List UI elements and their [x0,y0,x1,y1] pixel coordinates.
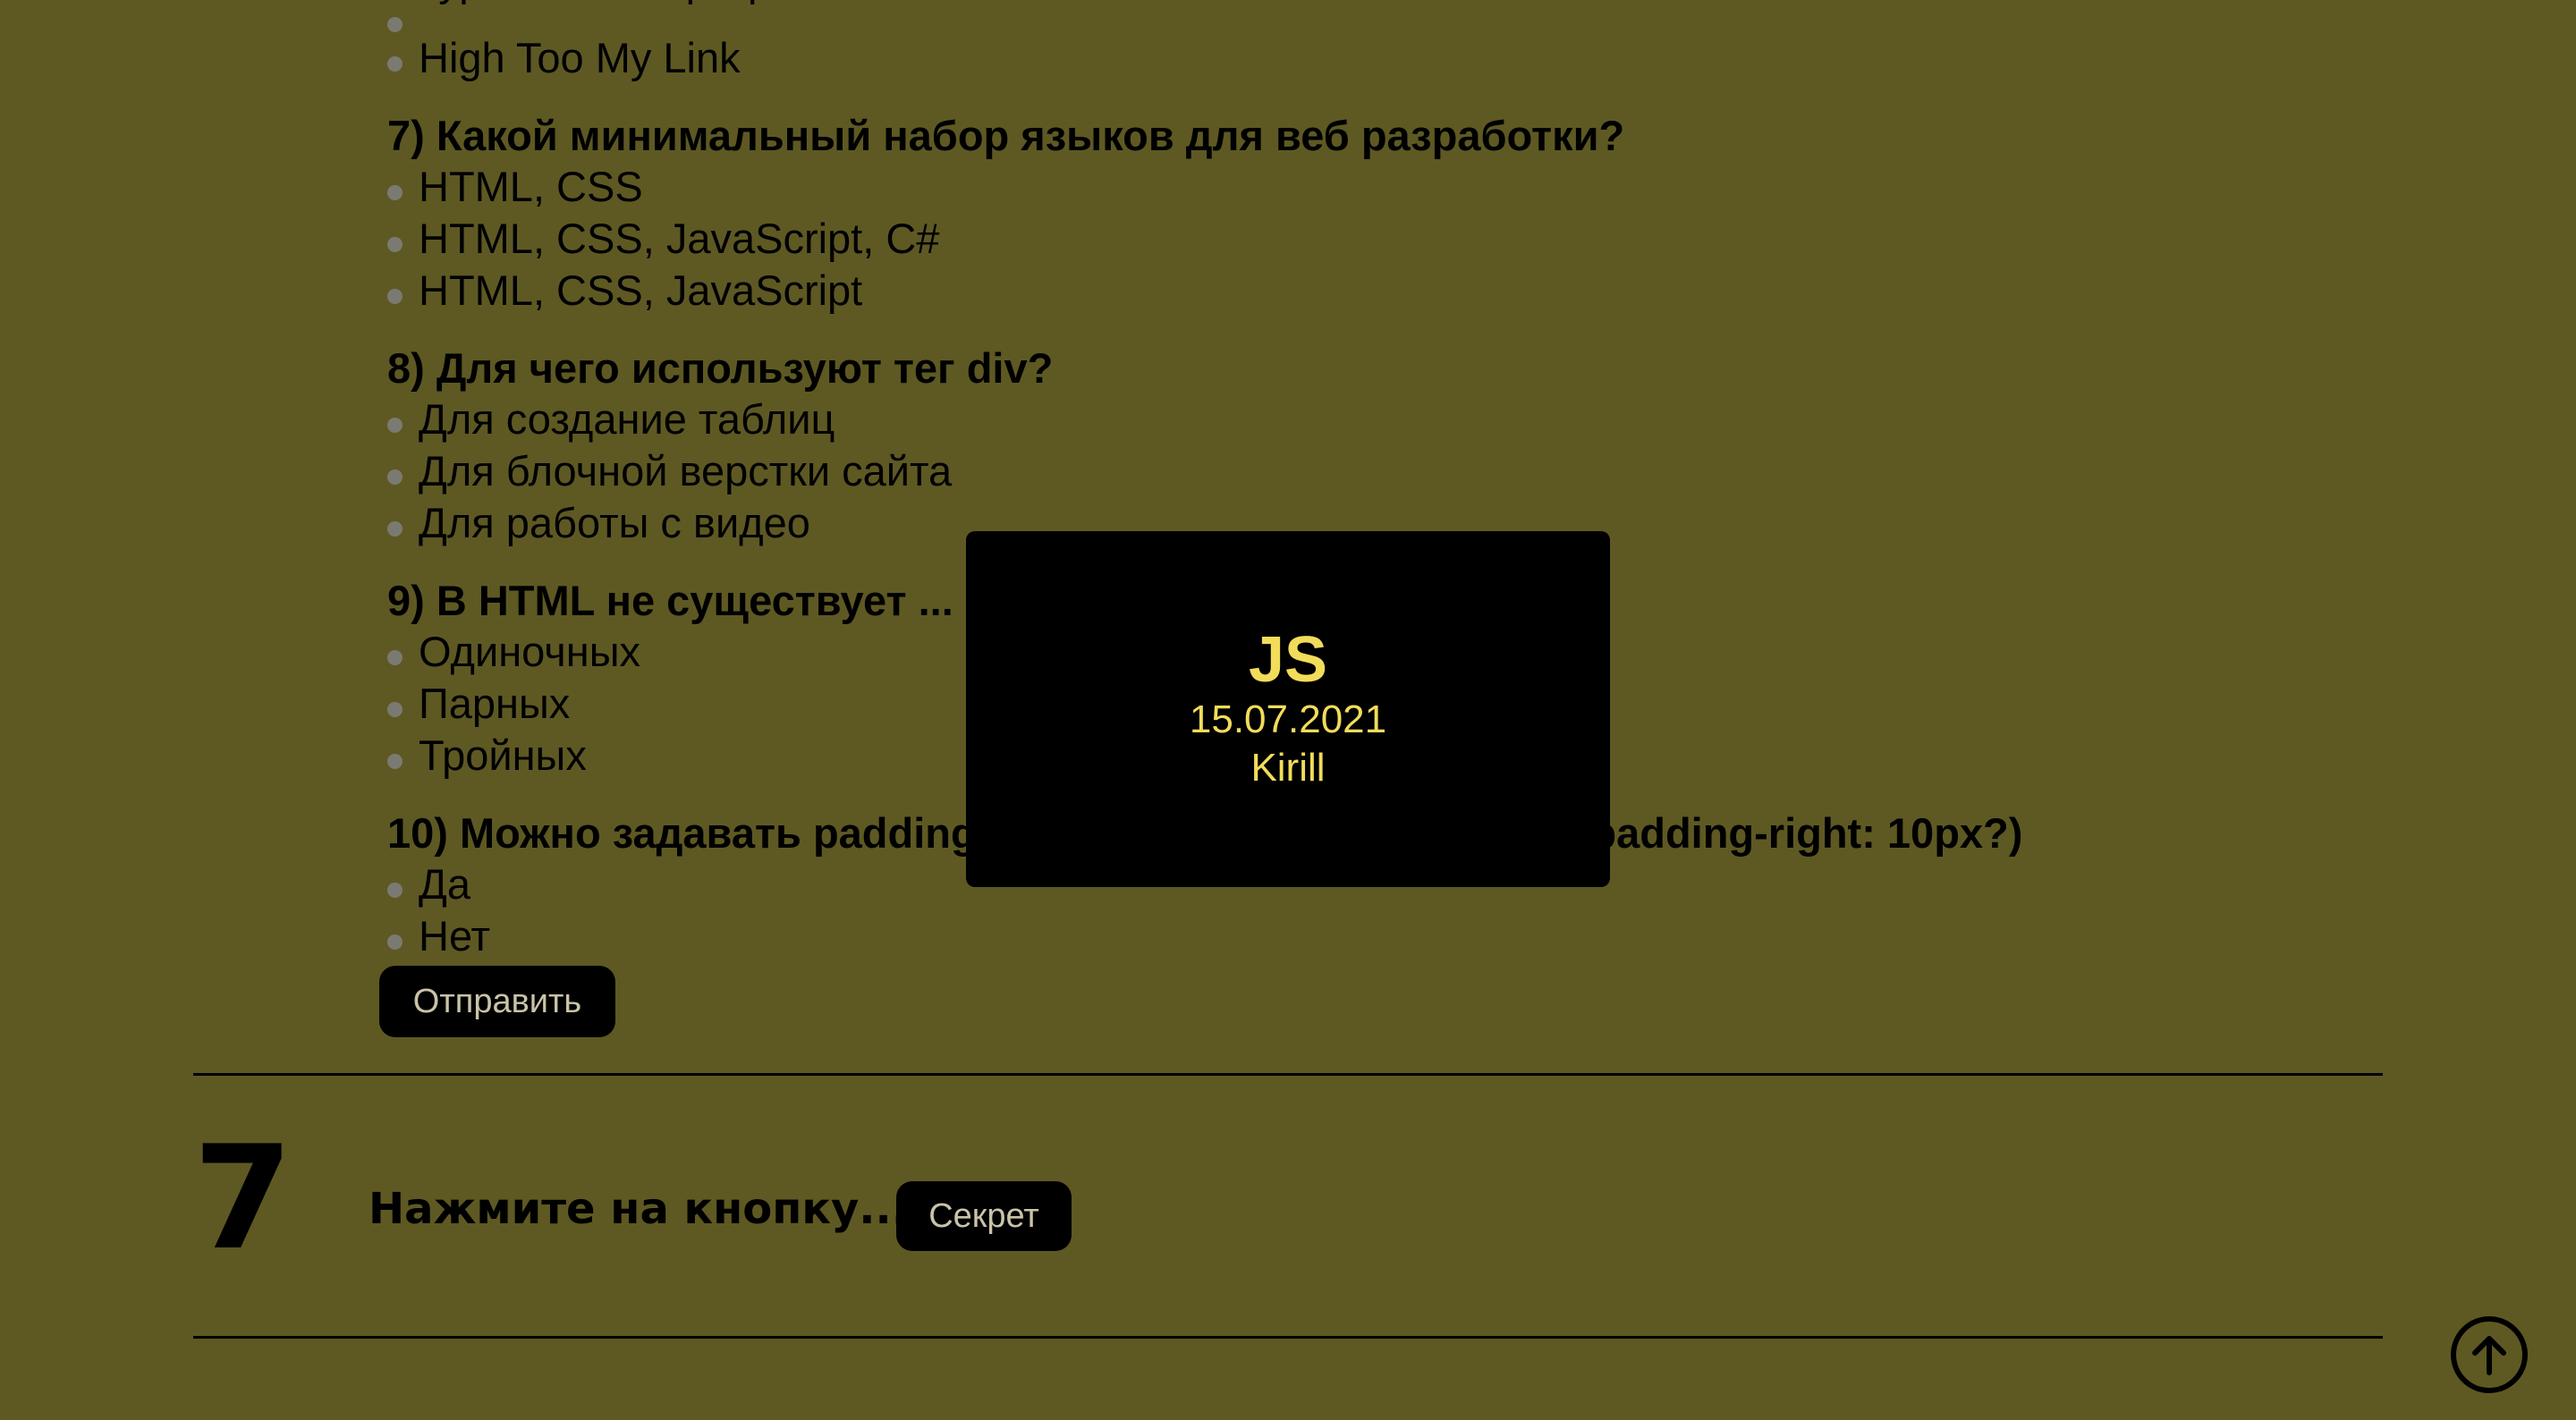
option[interactable]: HTML, CSS, JavaScript, C# [387,213,2176,265]
option-label: HTML, CSS, JavaScript [419,266,863,314]
option[interactable]: HTML, CSS, JavaScript [387,265,2176,317]
radio-button[interactable] [387,649,402,665]
modal-date: 15.07.2021 [1189,697,1387,741]
option[interactable]: Для создание таблиц [387,393,2176,445]
radio-button[interactable] [387,417,402,433]
arrow-up-circle-icon [2472,1336,2506,1375]
section-divider [193,1336,2383,1339]
section-number: 7 [193,1114,292,1281]
secret-button[interactable]: Секрет [896,1181,1072,1251]
radio-button[interactable] [387,184,402,200]
section-divider [193,1073,2383,1076]
question-8: 8) Для чего используют тег div? Для созд… [387,343,2176,549]
option-label: Для блочной верстки сайта [419,447,953,494]
scroll-to-top-button[interactable] [2451,1316,2528,1393]
radio-button[interactable] [387,17,402,32]
option-label: Да [419,860,470,908]
radio-button[interactable] [387,882,402,898]
radio-button[interactable] [387,753,402,769]
option-label: Одиночных [419,628,640,675]
radio-button[interactable] [387,288,402,304]
submit-button[interactable]: Отправить [379,966,615,1037]
radio-button[interactable] [387,520,402,537]
question-title: 8) Для чего используют тег div? [387,344,1054,392]
option[interactable]: Нет [387,910,2176,962]
modal-author: Kirill [1250,746,1326,790]
radio-button[interactable] [387,469,402,485]
option-label: Для создание таблиц [419,395,835,443]
option-label: Парных [419,680,571,727]
option-label: Гурл с текст программ... [419,0,887,7]
question-title: 7) Какой минимальный набор языков для ве… [387,112,1625,159]
option-label: Нет [419,912,491,959]
option-label: Для работы с видео [419,499,810,546]
option[interactable]: Для блочной верстки сайта [387,445,2176,497]
radio-button[interactable] [387,701,402,717]
option-label: High Too My Link [419,34,741,81]
modal-title: JS [1248,624,1328,696]
option-label: HTML, CSS [419,163,643,210]
radio-button[interactable] [387,236,402,252]
question-7: 7) Какой минимальный набор языков для ве… [387,111,2176,317]
secret-modal[interactable]: JS 15.07.2021 Kirill [966,531,1610,887]
secret-prompt: Нажмите на кнопку... [369,1184,908,1234]
question-6-tail: Гурл с текст программ... High Too My Lin… [387,0,2176,84]
radio-button[interactable] [387,55,402,72]
option-label: Тройных [419,731,587,779]
page: Гурл с текст программ... High Too My Lin… [0,0,2576,1420]
option-label: HTML, CSS, JavaScript, C# [419,215,940,262]
option[interactable]: Гурл с текст программ... [387,0,2176,32]
option[interactable]: High Too My Link [387,32,2176,84]
option[interactable]: HTML, CSS [387,161,2176,213]
radio-button[interactable] [387,934,402,950]
